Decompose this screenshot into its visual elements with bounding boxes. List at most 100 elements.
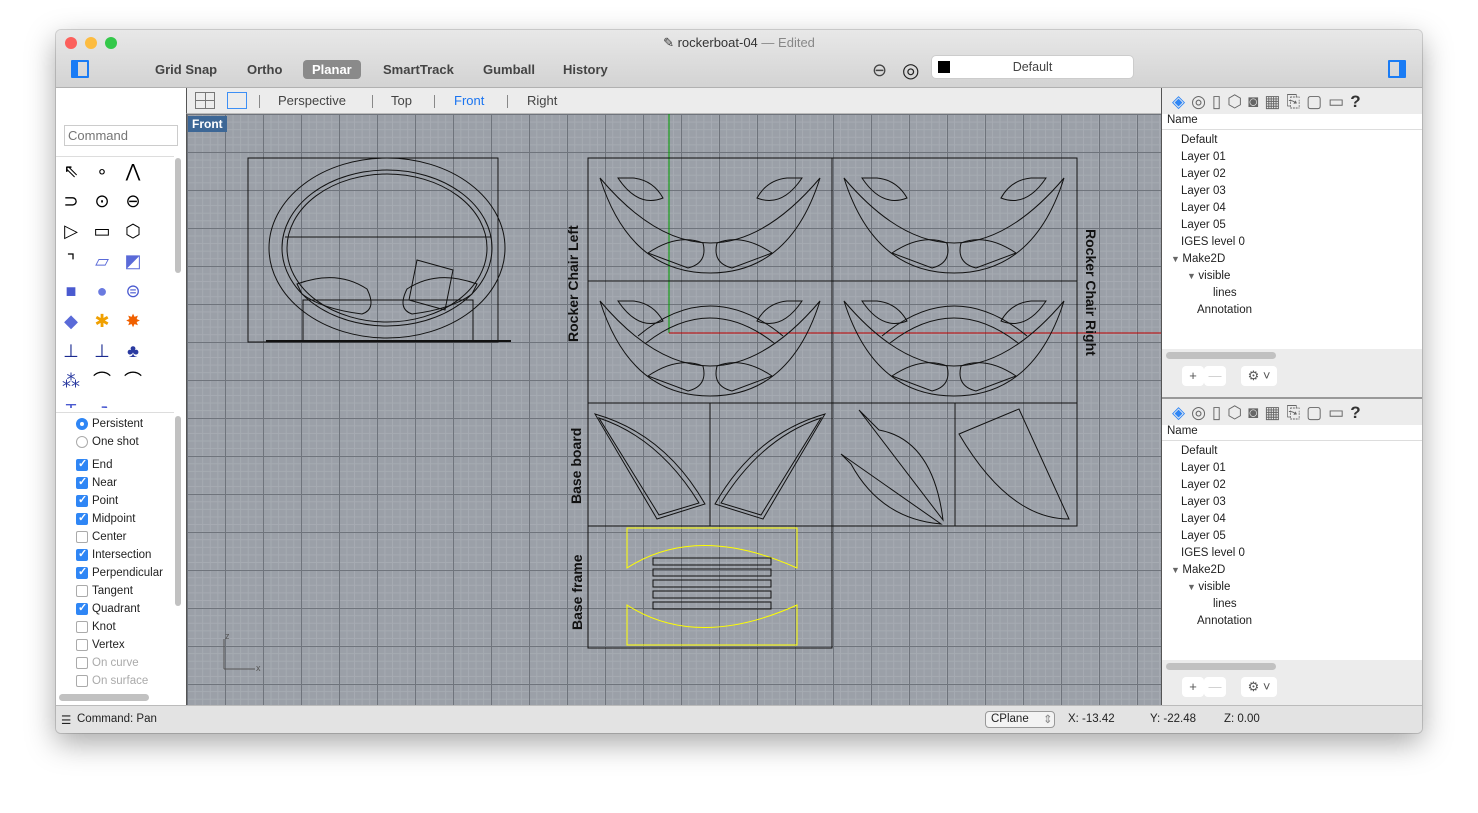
- tab-right[interactable]: Right: [527, 93, 557, 108]
- layer-item[interactable]: Layer 02: [1181, 168, 1226, 180]
- planar-surface-icon[interactable]: ◆: [59, 309, 83, 333]
- surface-from-points-icon[interactable]: ▱: [90, 249, 114, 273]
- properties-icon[interactable]: ▯: [1212, 92, 1221, 114]
- curve-blend-icon[interactable]: ⌒: [121, 369, 145, 393]
- checkbox[interactable]: [76, 601, 88, 615]
- toolbar-history-button[interactable]: History: [554, 60, 617, 79]
- remove-layer-button[interactable]: —: [1204, 677, 1226, 697]
- tab-perspective[interactable]: Perspective: [278, 93, 346, 108]
- checkbox[interactable]: [76, 621, 88, 633]
- named-cplanes-icon[interactable]: ▦: [1264, 92, 1280, 114]
- toolbar-smarttrack-button[interactable]: SmartTrack: [374, 60, 463, 79]
- display-modes-icon[interactable]: ▭: [1328, 92, 1344, 114]
- layer-item[interactable]: Layer 05: [1181, 219, 1226, 231]
- boolean-split-icon[interactable]: ✱: [90, 309, 114, 333]
- array-icon[interactable]: ▪▪: [121, 399, 145, 408]
- named-cplanes-icon[interactable]: ▦: [1264, 403, 1280, 425]
- select-arrow-icon[interactable]: ⇖: [59, 159, 83, 183]
- text-icon[interactable]: T: [59, 399, 83, 408]
- properties-icon[interactable]: ▯: [1212, 403, 1221, 425]
- point-icon[interactable]: ∘: [90, 159, 114, 183]
- layer-item[interactable]: Layer 01: [1181, 462, 1226, 474]
- radio-button[interactable]: [76, 418, 88, 430]
- layer-list-scrollbar[interactable]: [1166, 663, 1276, 670]
- layer-item[interactable]: ▼ visible: [1187, 270, 1230, 282]
- name-column-header[interactable]: Name: [1162, 425, 1422, 441]
- toolbar-planar-button[interactable]: Planar: [303, 60, 361, 79]
- tab-front[interactable]: Front: [454, 93, 484, 108]
- osnap-center[interactable]: Center: [76, 531, 127, 543]
- arc-icon[interactable]: ▷: [59, 219, 83, 243]
- cylinder-icon[interactable]: ⊜: [121, 279, 145, 303]
- checkbox[interactable]: [76, 531, 88, 543]
- toggle-left-sidebar-icon[interactable]: [71, 60, 89, 78]
- osnap-knot[interactable]: Knot: [76, 621, 116, 633]
- checkbox[interactable]: [76, 675, 88, 687]
- layer-item[interactable]: Annotation: [1197, 615, 1252, 627]
- osnap-vertex[interactable]: Vertex: [76, 639, 125, 651]
- layers-icon[interactable]: ◈: [1172, 403, 1185, 425]
- layer-item[interactable]: Layer 04: [1181, 202, 1226, 214]
- add-layer-button[interactable]: +: [1182, 677, 1204, 697]
- layer-item[interactable]: ▼ Make2D: [1171, 564, 1225, 576]
- osnap-point[interactable]: Point: [76, 493, 118, 507]
- checkbox[interactable]: [76, 475, 88, 489]
- ellipse-icon[interactable]: ⊖: [121, 189, 145, 213]
- osnap-near[interactable]: Near: [76, 475, 117, 489]
- name-column-header[interactable]: Name: [1162, 114, 1422, 130]
- osnap-midpoint[interactable]: Midpoint: [76, 511, 135, 525]
- group-icon[interactable]: ⁂: [59, 369, 83, 393]
- object-icon[interactable]: ⬡: [1227, 403, 1242, 425]
- checkbox[interactable]: [76, 585, 88, 597]
- osnap-on-curve[interactable]: On curve: [76, 657, 139, 669]
- snap-mode-one-shot[interactable]: One shot: [76, 436, 139, 448]
- osnap-end[interactable]: End: [76, 457, 112, 471]
- osnap-quadrant[interactable]: Quadrant: [76, 601, 140, 615]
- checkbox[interactable]: [76, 457, 88, 471]
- osnap-perpendicular[interactable]: Perpendicular: [76, 565, 163, 579]
- layers-icon[interactable]: ◈: [1172, 92, 1185, 114]
- disclosure-triangle-icon[interactable]: ▼: [1187, 582, 1198, 592]
- layer-item[interactable]: Default: [1181, 445, 1217, 457]
- left-horizontal-scrollbar[interactable]: [59, 694, 149, 701]
- layouts-icon[interactable]: ▢: [1306, 92, 1322, 114]
- layer-item[interactable]: ▼ visible: [1187, 581, 1230, 593]
- notes-icon[interactable]: ⎘: [1286, 403, 1300, 425]
- trim-icon[interactable]: ⊥: [90, 339, 114, 363]
- display-modes-icon[interactable]: ▭: [1328, 403, 1344, 425]
- osnap-intersection[interactable]: Intersection: [76, 547, 151, 561]
- checkbox[interactable]: [76, 547, 88, 561]
- curve-cv-icon[interactable]: ⊃: [59, 189, 83, 213]
- menu-lines-icon[interactable]: ☰: [61, 713, 71, 727]
- polyline-icon[interactable]: ⋀: [121, 159, 145, 183]
- gear-menu-button[interactable]: ⚙ ˅: [1241, 366, 1277, 386]
- explode-icon[interactable]: ✸: [121, 309, 145, 333]
- layouts-icon[interactable]: ▢: [1306, 403, 1322, 425]
- osnap-on-surface[interactable]: On surface: [76, 675, 148, 687]
- help-icon[interactable]: ?: [1350, 92, 1360, 114]
- layer-item[interactable]: IGES level 0: [1181, 236, 1245, 248]
- notes-icon[interactable]: ⎘: [1286, 92, 1300, 114]
- layer-item[interactable]: Annotation: [1197, 304, 1252, 316]
- toolbar-ortho-button[interactable]: Ortho: [238, 60, 291, 79]
- layer-item[interactable]: Layer 03: [1181, 185, 1226, 197]
- disclosure-triangle-icon[interactable]: ▼: [1171, 565, 1182, 575]
- toolbar-grid-snap-button[interactable]: Grid Snap: [146, 60, 226, 79]
- checkbox[interactable]: [76, 511, 88, 525]
- layer-item[interactable]: Layer 05: [1181, 530, 1226, 542]
- named-views-icon[interactable]: ◙: [1248, 403, 1258, 425]
- join-icon[interactable]: ♣: [121, 339, 145, 363]
- move-icon[interactable]: ↗: [90, 399, 114, 408]
- object-icon[interactable]: ⬡: [1227, 92, 1242, 114]
- disclosure-triangle-icon[interactable]: ▼: [1187, 271, 1198, 281]
- command-input[interactable]: [64, 125, 178, 146]
- checkbox[interactable]: [76, 493, 88, 507]
- checkbox[interactable]: [76, 657, 88, 669]
- current-layer-dropdown[interactable]: Default: [932, 56, 1133, 78]
- add-layer-button[interactable]: +: [1182, 366, 1204, 386]
- layer-list-scrollbar[interactable]: [1166, 352, 1276, 359]
- layer-item[interactable]: lines: [1213, 287, 1237, 299]
- osnap-tangent[interactable]: Tangent: [76, 585, 133, 597]
- box-icon[interactable]: ■: [59, 279, 83, 303]
- display-mode-icon[interactable]: ◎: [902, 58, 919, 83]
